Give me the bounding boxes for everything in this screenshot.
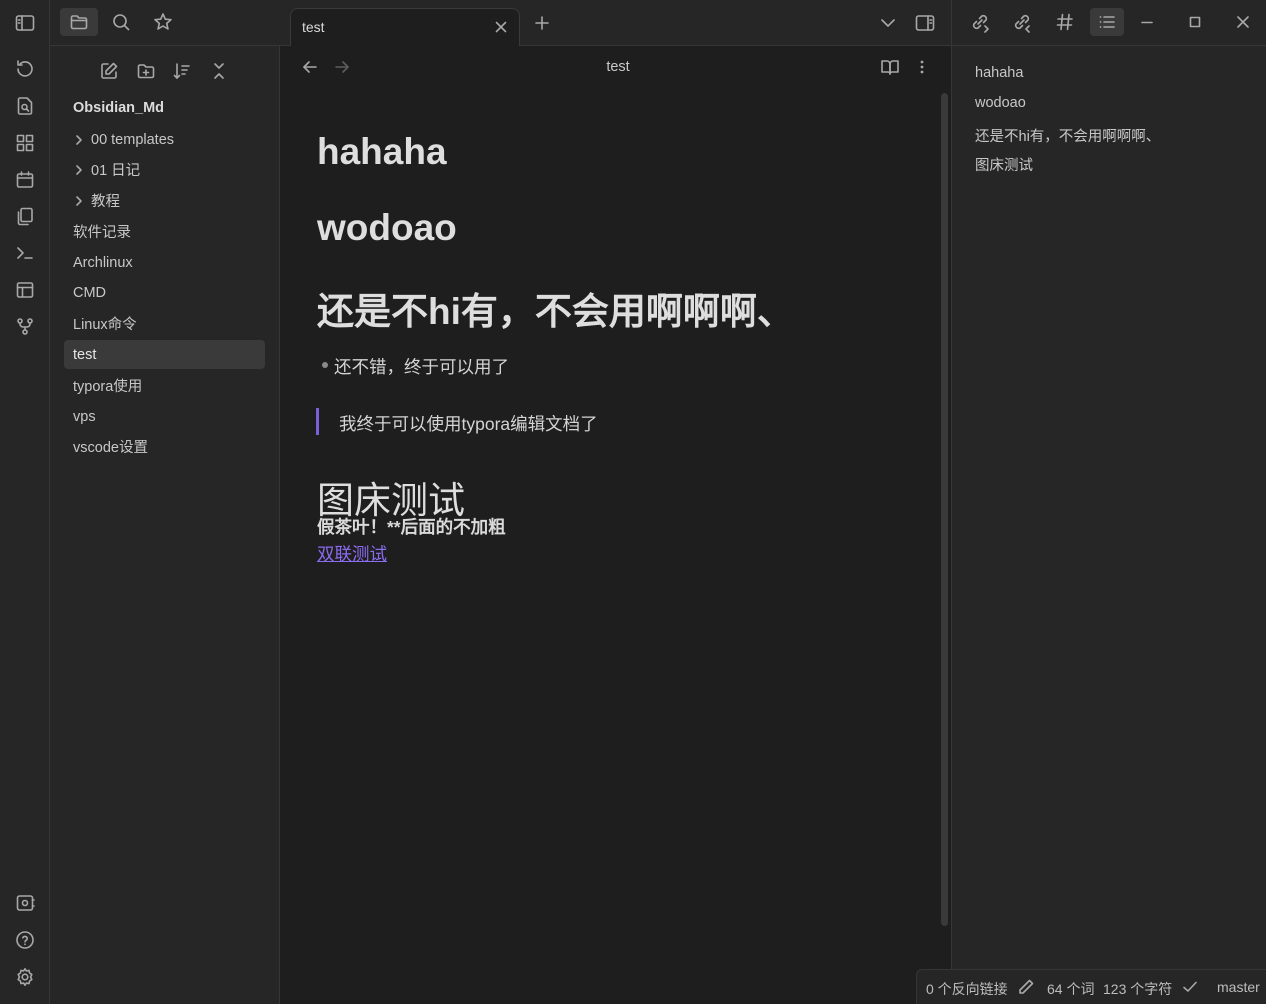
new-tab-icon[interactable] [531,12,553,34]
git-graph-icon[interactable] [12,313,38,339]
bullet-dot [322,362,328,368]
pencil-icon[interactable] [1017,978,1035,996]
calendar-icon[interactable] [12,167,38,193]
tree-item-label: 00 templates [91,131,175,148]
vault-name[interactable]: Obsidian_Md [73,100,164,116]
tree-item-label: typora使用 [73,379,143,395]
left-ribbon [0,0,50,1004]
more-options-icon[interactable] [912,56,932,78]
outline-item[interactable]: 图床测试 [975,154,1033,175]
layout-icon[interactable] [12,277,38,303]
tree-folder[interactable]: 00 templates [64,125,265,154]
file-search-icon[interactable] [12,93,38,119]
internal-link[interactable]: 双联测试 [317,541,387,566]
heading-2[interactable]: wodoao [317,207,457,249]
check-icon[interactable] [1181,978,1199,996]
close-icon[interactable] [493,19,509,35]
tree-file[interactable]: Archlinux [64,248,265,277]
tree-item-label: vscode设置 [73,440,148,456]
word-count: 64 个词 [1047,981,1095,997]
char-count: 123 个字符 [1103,981,1173,997]
search-icon[interactable] [102,8,140,36]
terminal-icon[interactable] [12,240,38,266]
tab-bar: test [280,0,951,46]
tree-file[interactable]: vps [64,402,265,431]
blocks-icon[interactable] [12,130,38,156]
chevron-right-icon [70,164,88,176]
tree-item-label: test [73,346,97,363]
view-title[interactable]: test [280,59,956,75]
sidebar-toggle-icon[interactable] [12,10,38,36]
sort-icon[interactable] [169,58,195,84]
reading-view-icon[interactable] [879,56,901,78]
close-window-icon[interactable] [1226,8,1260,36]
editor-scrollbar[interactable] [941,93,948,926]
tree-folder[interactable]: 01 日记 [64,155,265,184]
tree-item-label: vps [73,408,96,425]
bold-text-line[interactable]: 假茶叶！**后面的不加粗 [317,514,506,539]
status-bar: 0 个反向链接 64 个词 123 个字符 master [916,969,1266,1004]
history-icon[interactable] [12,56,38,82]
file-explorer: Obsidian_Md 00 templates 01 日记 教程 软件记录 A… [50,46,280,1004]
blockquote-bar [316,408,319,435]
outline-panel: hahaha wodoao 还是不hi有，不会用啊啊啊、 图床测试 [951,46,1266,1004]
maximize-icon[interactable] [1178,8,1212,36]
sidebar-tab-header [50,0,280,46]
tree-item-label: Archlinux [73,254,133,271]
outline-item[interactable]: hahaha [975,65,1023,81]
tree-file[interactable]: Linux命令 [64,309,265,338]
help-icon[interactable] [12,927,38,953]
tab-test[interactable]: test [290,8,520,46]
tree-folder[interactable]: 教程 [64,186,265,215]
tree-item-label: 软件记录 [73,225,131,241]
tree-item-label: 教程 [91,194,120,210]
blockquote[interactable]: 我终于可以使用typora编辑文档了 [339,411,598,436]
collapse-all-icon[interactable] [206,58,232,84]
outline-item[interactable]: 还是不hi有，不会用啊啊啊、 [975,125,1160,146]
new-note-icon[interactable] [96,58,122,84]
view-header: test [280,46,951,90]
git-branch[interactable]: master [1217,979,1260,995]
heading-3[interactable]: 还是不hi有，不会用啊啊啊、 [317,281,794,335]
copy-icon[interactable] [12,203,38,229]
tree-item-label: 01 日记 [91,163,141,179]
tree-item-label: CMD [73,284,107,301]
right-sidebar-header [951,0,1266,46]
chevron-right-icon [70,195,88,207]
settings-icon[interactable] [12,964,38,990]
minimize-icon[interactable] [1130,8,1164,36]
backlinks-icon[interactable] [963,8,997,36]
outline-item[interactable]: wodoao [975,95,1026,111]
tree-file[interactable]: 软件记录 [64,217,265,246]
outgoing-links-icon[interactable] [1005,8,1039,36]
tree-file-active[interactable]: test [64,340,265,369]
tree-item-label: Linux命令 [73,317,137,333]
tree-file[interactable]: typora使用 [64,371,265,400]
tags-icon[interactable] [1048,8,1082,36]
tree-file[interactable]: CMD [64,278,265,307]
star-icon[interactable] [144,8,182,36]
tab-title: test [302,19,325,35]
new-folder-icon[interactable] [133,58,159,84]
tree-file[interactable]: vscode设置 [64,432,265,461]
outline-icon[interactable] [1090,8,1124,36]
heading-1[interactable]: hahaha [317,131,447,173]
vault-switcher-icon[interactable] [12,890,38,916]
chevron-right-icon [70,134,88,146]
folder-icon[interactable] [60,8,98,36]
bullet-item[interactable]: 还不错，终于可以用了 [334,354,509,379]
chevron-down-icon[interactable] [877,12,899,34]
sidebar-right-icon[interactable] [914,12,936,34]
backlinks-count[interactable]: 0 个反向链接 [926,979,1008,999]
